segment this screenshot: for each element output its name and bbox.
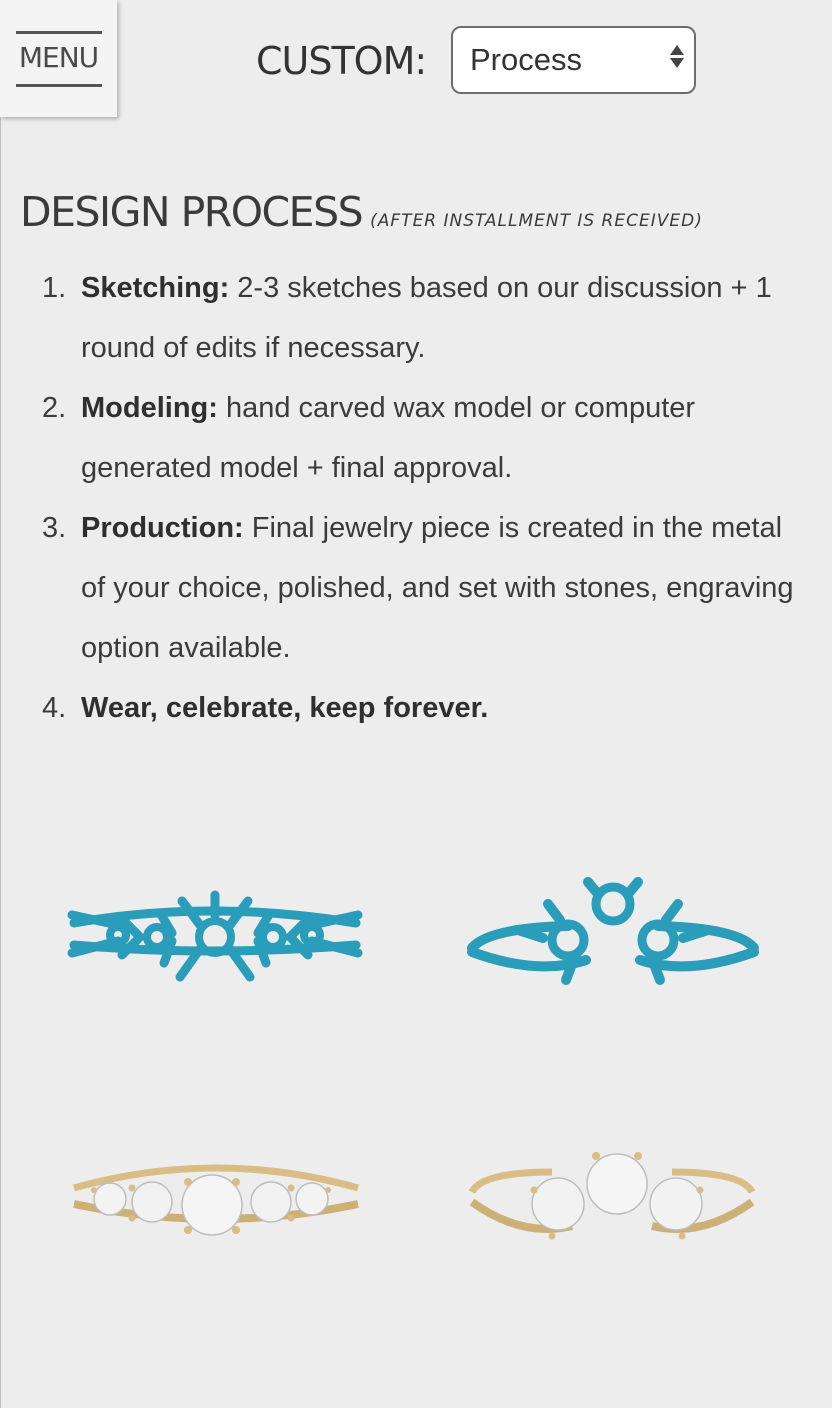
process-step: 4. Wear, celebrate, keep forever. xyxy=(42,678,812,738)
gold-diamond-ring-curved-image xyxy=(468,1152,756,1240)
step-number: 1. xyxy=(42,272,67,304)
custom-select-value: Process xyxy=(470,42,582,77)
step-title: Wear, celebrate, keep forever. xyxy=(81,692,489,724)
section-subtitle: (AFTER INSTALLMENT IS RECEIVED) xyxy=(370,211,703,231)
custom-label: CUSTOM: xyxy=(256,39,427,83)
menu-button[interactable]: MENU xyxy=(0,0,117,117)
step-title: Production: xyxy=(81,512,244,544)
step-number: 3. xyxy=(42,512,67,544)
blue-wax-ring-straight-image xyxy=(67,890,363,982)
gold-diamond-ring-straight-image xyxy=(73,1164,359,1236)
process-steps-list: 1. Sketching: 2-3 sketches based on our … xyxy=(42,258,812,738)
menu-label: MENU xyxy=(18,40,99,74)
step-title: Sketching: xyxy=(81,272,230,304)
menu-bar-top xyxy=(15,30,102,34)
section-heading: DESIGN PROCESS (AFTER INSTALLMENT IS RECE… xyxy=(20,188,703,236)
menu-bar-bottom xyxy=(15,83,102,87)
process-step: 3. Production: Final jewelry piece is cr… xyxy=(42,498,812,678)
custom-select-dropdown[interactable]: Process xyxy=(451,26,696,94)
select-arrows-icon xyxy=(670,45,684,68)
page-left-border xyxy=(0,0,1,1408)
blue-wax-ring-curved-image xyxy=(467,877,759,985)
step-number: 2. xyxy=(42,392,67,424)
process-step: 2. Modeling: hand carved wax model or co… xyxy=(42,378,812,498)
step-number: 4. xyxy=(42,692,67,724)
section-title: DESIGN PROCESS xyxy=(20,188,364,236)
process-step: 1. Sketching: 2-3 sketches based on our … xyxy=(42,258,812,378)
step-title: Modeling: xyxy=(81,392,218,424)
